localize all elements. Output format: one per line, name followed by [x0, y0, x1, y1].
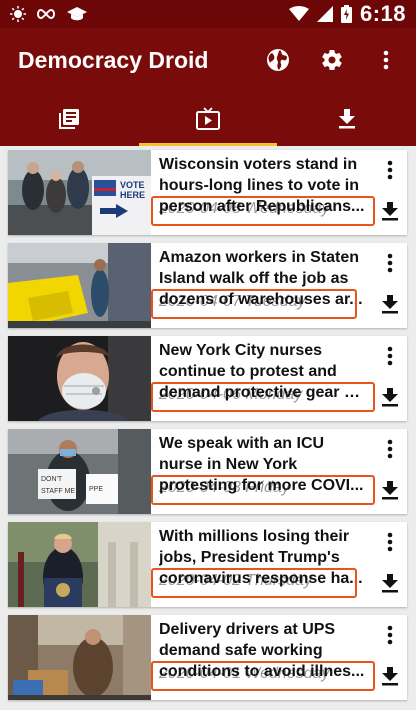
- video-thumbnail[interactable]: [8, 522, 151, 607]
- video-thumbnail[interactable]: [8, 336, 151, 421]
- article-title-line: Delivery drivers at UPS: [159, 621, 336, 638]
- app-bar-actions: [264, 46, 400, 74]
- svg-text:STAFF ME: STAFF ME: [41, 488, 75, 495]
- article-title-line: nurse in New York: [159, 456, 298, 473]
- article-title-line: Island walk off the job as: [159, 270, 349, 287]
- more-vert-icon[interactable]: [387, 160, 393, 180]
- download-icon[interactable]: [381, 573, 399, 593]
- video-thumbnail[interactable]: [8, 243, 151, 328]
- tv-icon: [196, 107, 220, 130]
- signal-icon: [316, 6, 333, 22]
- video-thumbnail[interactable]: VOTE HERE: [8, 150, 151, 235]
- card-actions: [373, 336, 407, 421]
- card-actions: [373, 429, 407, 514]
- tab-articles[interactable]: [0, 92, 139, 146]
- card-body[interactable]: We speak with an ICU nurse in New York 2…: [151, 429, 375, 514]
- list-item[interactable]: Amazon workers in Staten Island walk off…: [8, 243, 407, 328]
- card-actions: [373, 150, 407, 235]
- card-actions: [373, 243, 407, 328]
- card-actions: [373, 522, 407, 607]
- app-title: Democracy Droid: [18, 46, 209, 73]
- highlight-box: [151, 661, 375, 691]
- battery-icon: [340, 5, 352, 23]
- more-vert-icon: [383, 50, 389, 70]
- infinity-icon: [37, 8, 55, 20]
- article-title-line: hours-long lines to vote in: [159, 177, 359, 194]
- article-title-line: jobs, President Trump's: [159, 549, 340, 566]
- article-title-line: With millions losing their: [159, 528, 350, 545]
- tab-videos[interactable]: [138, 92, 278, 146]
- articles-icon: [59, 109, 80, 129]
- settings-button[interactable]: [318, 46, 346, 74]
- status-notification-icons: [10, 5, 289, 23]
- download-icon: [338, 109, 355, 129]
- highlight-box: [151, 289, 357, 319]
- video-thumbnail[interactable]: DON'T STAFF ME PPE: [8, 429, 151, 514]
- card-body[interactable]: Amazon workers in Staten Island walk off…: [151, 243, 373, 328]
- tab-bar: [0, 92, 416, 146]
- svg-text:DON'T: DON'T: [41, 476, 63, 483]
- settings-icon: [322, 50, 342, 71]
- article-title-line: continue to protest and: [159, 363, 337, 380]
- svg-text:PPE: PPE: [89, 486, 103, 493]
- download-icon[interactable]: [381, 294, 399, 314]
- highlight-box: [151, 568, 357, 598]
- svg-text:VOTE: VOTE: [120, 180, 145, 190]
- more-vert-icon[interactable]: [387, 532, 393, 552]
- list-item[interactable]: VOTE HERE Wisconsin voters stand in hour…: [8, 150, 407, 235]
- highlight-box: [151, 196, 375, 226]
- globe-icon: [267, 49, 289, 71]
- highlight-box: [151, 475, 375, 505]
- download-icon[interactable]: [381, 480, 399, 500]
- article-title-line: demand safe working: [159, 642, 323, 659]
- card-body[interactable]: Delivery drivers at UPS demand safe work…: [151, 615, 375, 700]
- status-bar: 6:18: [0, 0, 416, 28]
- article-title-line: Wisconsin voters stand in: [159, 156, 358, 173]
- list-item[interactable]: DON'T STAFF ME PPE We speak with an ICU …: [8, 429, 407, 514]
- brightness-icon: [10, 6, 26, 22]
- language-button[interactable]: [264, 46, 292, 74]
- list-item[interactable]: Delivery drivers at UPS demand safe work…: [8, 615, 407, 700]
- article-title-line: New York City nurses: [159, 342, 323, 359]
- highlight-box: [151, 382, 375, 412]
- article-title-line: We speak with an ICU: [159, 435, 325, 452]
- list-item[interactable]: New York City nurses continue to protest…: [8, 336, 407, 421]
- more-vert-icon[interactable]: [387, 439, 393, 459]
- download-icon[interactable]: [381, 387, 399, 407]
- tab-downloads[interactable]: [277, 92, 416, 146]
- download-icon[interactable]: [381, 666, 399, 686]
- more-vert-icon[interactable]: [387, 253, 393, 273]
- more-vert-icon[interactable]: [387, 625, 393, 645]
- card-body[interactable]: Wisconsin voters stand in hours-long lin…: [151, 150, 375, 235]
- card-actions: [373, 615, 407, 700]
- list-item[interactable]: With millions losing their jobs, Preside…: [8, 522, 407, 607]
- overflow-menu-button[interactable]: [372, 46, 400, 74]
- graduation-cap-icon: [67, 7, 87, 21]
- svg-text:HERE: HERE: [120, 190, 145, 200]
- app-bar: Democracy Droid: [0, 28, 416, 92]
- card-body[interactable]: With millions losing their jobs, Preside…: [151, 522, 373, 607]
- video-list: VOTE HERE Wisconsin voters stand in hour…: [0, 146, 416, 710]
- status-time: 6:18: [359, 1, 406, 26]
- article-title-line: Amazon workers in Staten: [159, 249, 360, 266]
- download-icon[interactable]: [381, 201, 399, 221]
- status-system-icons: 6:18: [288, 1, 406, 27]
- more-vert-icon[interactable]: [387, 346, 393, 366]
- wifi-icon: [288, 6, 309, 21]
- card-body[interactable]: New York City nurses continue to protest…: [151, 336, 375, 421]
- video-thumbnail[interactable]: [8, 615, 151, 700]
